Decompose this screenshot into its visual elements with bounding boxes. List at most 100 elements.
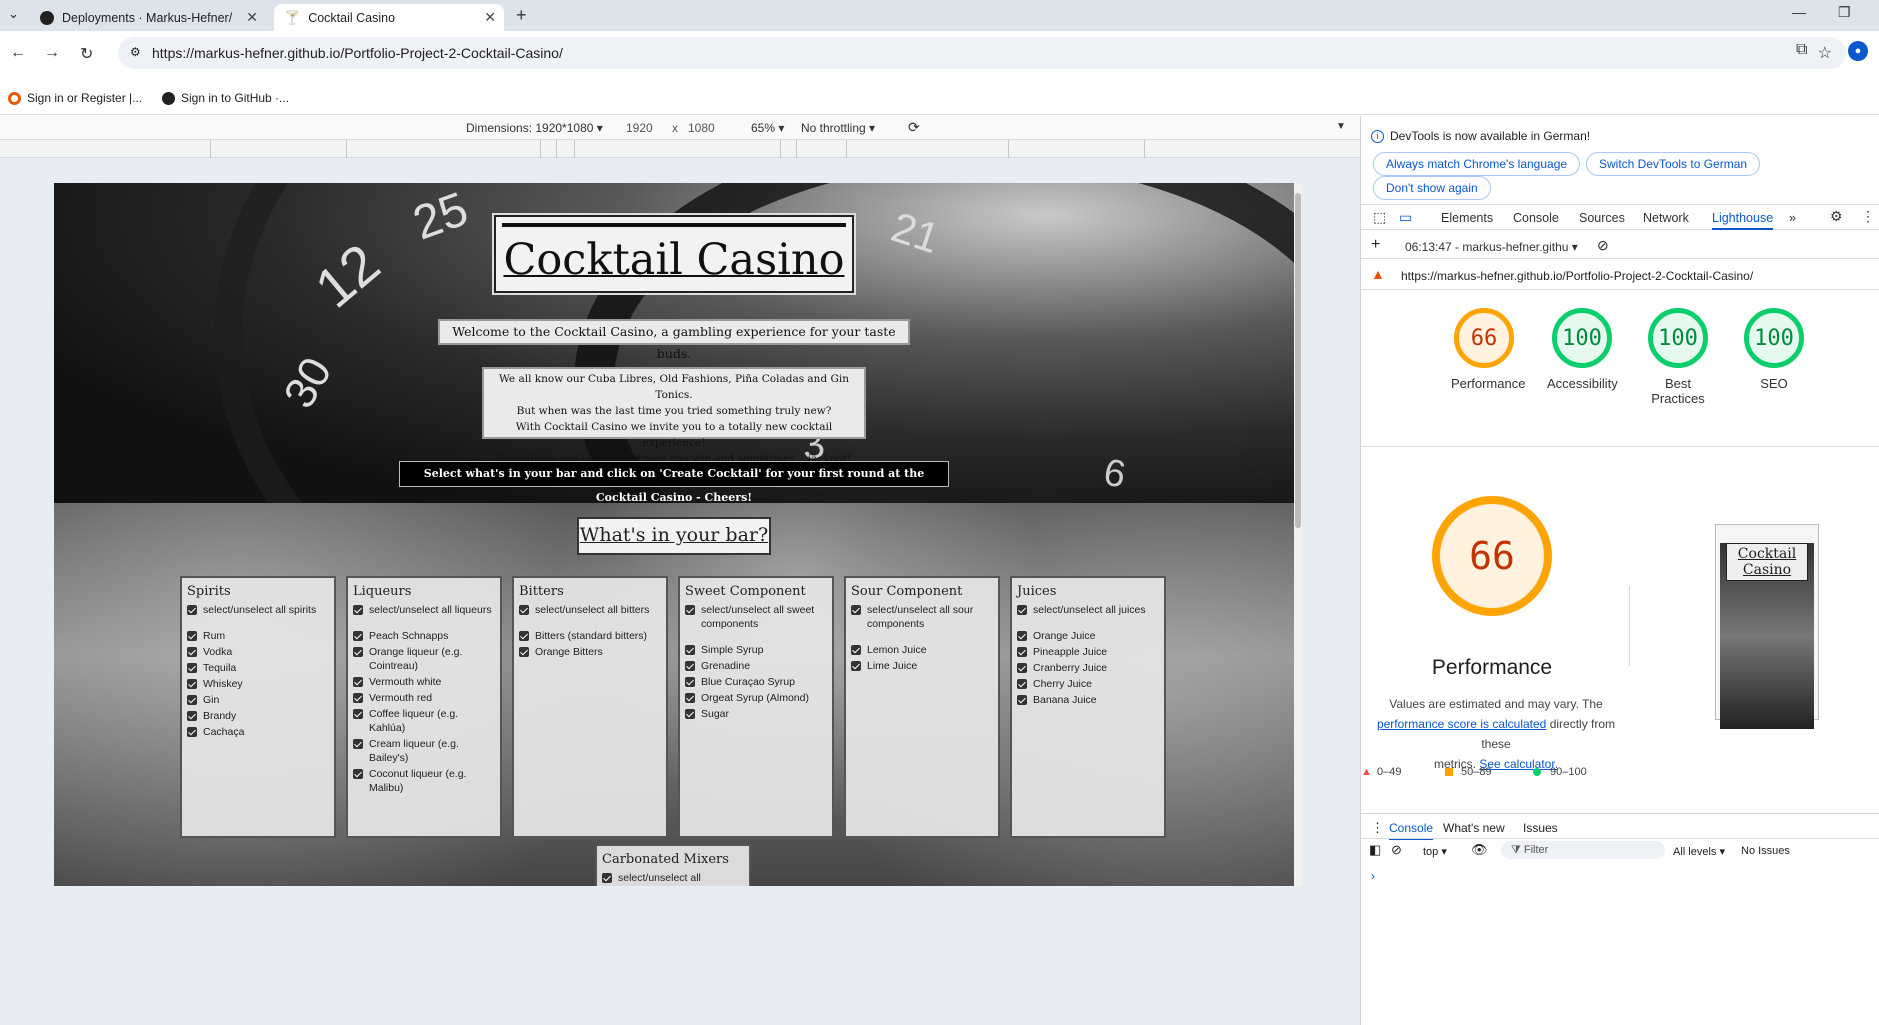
ingredient-checkbox[interactable]: Rum — [187, 629, 329, 643]
checkbox[interactable] — [685, 693, 695, 703]
ingredient-checkbox[interactable]: Vodka — [187, 645, 329, 659]
ingredient-checkbox[interactable]: Orange Bitters — [519, 645, 661, 659]
checkbox[interactable] — [353, 647, 363, 657]
checkbox[interactable] — [1017, 631, 1027, 641]
checkbox[interactable] — [685, 605, 695, 615]
sidebar-toggle-icon[interactable]: ◧ — [1369, 842, 1381, 858]
checkbox[interactable] — [1017, 605, 1027, 615]
console-prompt-icon[interactable]: › — [1371, 869, 1375, 883]
ingredient-checkbox[interactable]: Cachaça — [187, 725, 329, 739]
site-info-icon[interactable]: ⚙ — [130, 45, 141, 59]
ingredient-checkbox[interactable]: Brandy — [187, 709, 329, 723]
checkbox[interactable] — [187, 727, 197, 737]
report-select[interactable]: 06:13:47 - markus-hefner.githu ▾ — [1405, 240, 1578, 254]
tab-lighthouse[interactable]: Lighthouse — [1712, 211, 1774, 230]
checkbox[interactable] — [187, 605, 197, 615]
tab-sources[interactable]: Sources — [1579, 211, 1625, 225]
drawer-tab-whats-new[interactable]: What's new — [1443, 821, 1505, 835]
close-tab-icon[interactable]: ✕ — [484, 9, 496, 26]
bookmark-item[interactable]: Sign in or Register |... — [8, 91, 142, 105]
page-scrollbar[interactable] — [1294, 183, 1302, 886]
checkbox[interactable] — [187, 647, 197, 657]
ingredient-checkbox[interactable]: Gin — [187, 693, 329, 707]
console-filter-input[interactable]: ⧩ Filter — [1501, 841, 1665, 859]
rotate-icon[interactable]: ⟳ — [908, 119, 920, 136]
ingredient-checkbox[interactable]: Peach Schnapps — [353, 629, 495, 643]
more-options-icon[interactable]: ▼ — [1336, 121, 1346, 132]
extensions-icon[interactable]: ⧉ — [1796, 41, 1807, 59]
checkbox[interactable] — [353, 739, 363, 749]
issues-count[interactable]: No Issues — [1741, 845, 1790, 857]
forward-icon[interactable]: → — [44, 44, 60, 62]
checkbox[interactable] — [685, 709, 695, 719]
ingredient-checkbox[interactable]: Cream liqueur (e.g. Bailey's) — [353, 737, 495, 765]
checkbox[interactable] — [353, 605, 363, 615]
tab-search-chevron-icon[interactable]: ⌄ — [8, 6, 19, 22]
checkbox[interactable] — [353, 769, 363, 779]
checkbox[interactable] — [187, 695, 197, 705]
dont-show-again-button[interactable]: Don't show again — [1373, 176, 1491, 200]
profile-avatar-icon[interactable]: ● — [1848, 41, 1868, 61]
ingredient-checkbox[interactable]: Orange liqueur (e.g. Cointreau) — [353, 645, 495, 673]
score-performance[interactable]: 66 Performance — [1451, 308, 1525, 391]
ingredient-checkbox[interactable]: Cranberry Juice — [1017, 661, 1159, 675]
ingredient-checkbox[interactable]: Vermouth red — [353, 691, 495, 705]
switch-to-german-button[interactable]: Switch DevTools to German — [1586, 152, 1761, 176]
ingredient-checkbox[interactable]: Pineapple Juice — [1017, 645, 1159, 659]
checkbox[interactable] — [685, 661, 695, 671]
always-match-language-button[interactable]: Always match Chrome's language — [1373, 152, 1581, 176]
context-select[interactable]: top ▾ — [1423, 845, 1447, 858]
checkbox[interactable] — [851, 645, 861, 655]
new-report-icon[interactable]: + — [1371, 236, 1380, 254]
bookmark-star-icon[interactable]: ☆ — [1818, 43, 1832, 63]
score-calculated-link[interactable]: performance score is calculated — [1377, 717, 1546, 731]
live-expression-eye-icon[interactable]: 👁 — [1471, 842, 1488, 858]
checkbox[interactable] — [519, 605, 529, 615]
score-best-practices[interactable]: 100 Best Practices — [1645, 308, 1711, 406]
restore-icon[interactable]: ❐ — [1838, 4, 1851, 21]
select-all-checkbox[interactable]: select/unselect all juices — [1017, 603, 1159, 617]
ingredient-checkbox[interactable]: Orange Juice — [1017, 629, 1159, 643]
ingredient-checkbox[interactable]: Tequila — [187, 661, 329, 675]
checkbox[interactable] — [685, 677, 695, 687]
ingredient-checkbox[interactable]: Coconut liqueur (e.g. Malibu) — [353, 767, 495, 795]
ingredient-checkbox[interactable]: Sugar — [685, 707, 827, 721]
ingredient-checkbox[interactable]: Lime Juice — [851, 659, 993, 673]
tab-network[interactable]: Network — [1643, 211, 1689, 225]
ingredient-checkbox[interactable]: Orgeat Syrup (Almond) — [685, 691, 827, 705]
zoom-select[interactable]: 65% ▾ — [751, 121, 784, 135]
ingredient-checkbox[interactable]: Vermouth white — [353, 675, 495, 689]
close-tab-icon[interactable]: ✕ — [246, 9, 258, 26]
bookmark-item[interactable]: Sign in to GitHub ·... — [162, 91, 289, 105]
ingredient-checkbox[interactable]: Grenadine — [685, 659, 827, 673]
more-tabs-icon[interactable]: » — [1789, 211, 1796, 225]
ingredient-checkbox[interactable]: Simple Syrup — [685, 643, 827, 657]
back-icon[interactable]: ← — [10, 44, 26, 62]
select-all-checkbox[interactable]: select/unselect all bitters — [519, 603, 661, 617]
clear-reports-icon[interactable]: ⊘ — [1597, 237, 1609, 254]
checkbox[interactable] — [602, 873, 612, 883]
checkbox[interactable] — [1017, 695, 1027, 705]
drawer-menu-icon[interactable]: ⋮ — [1371, 820, 1384, 836]
scrollbar-thumb[interactable] — [1295, 193, 1301, 528]
checkbox[interactable] — [187, 679, 197, 689]
checkbox[interactable] — [685, 645, 695, 655]
checkbox[interactable] — [353, 709, 363, 719]
checkbox[interactable] — [1017, 647, 1027, 657]
checkbox[interactable] — [1017, 679, 1027, 689]
ingredient-checkbox[interactable]: Banana Juice — [1017, 693, 1159, 707]
tab-console[interactable]: Console — [1513, 211, 1559, 225]
checkbox[interactable] — [353, 677, 363, 687]
tab-deployments[interactable]: Deployments · Markus-Hefner/ ✕ — [30, 4, 266, 31]
reload-icon[interactable]: ↻ — [80, 44, 93, 64]
select-all-checkbox[interactable]: select/unselect all sweet components — [685, 603, 827, 631]
checkbox[interactable] — [187, 711, 197, 721]
checkbox[interactable] — [187, 631, 197, 641]
ingredient-checkbox[interactable]: Cherry Juice — [1017, 677, 1159, 691]
tab-cocktail-casino[interactable]: 🍸 Cocktail Casino ✕ — [274, 4, 504, 31]
ingredient-checkbox[interactable]: Coffee liqueur (e.g. Kahlúa) — [353, 707, 495, 735]
final-screenshot-thumbnail[interactable]: Cocktail Casino — [1715, 524, 1819, 729]
checkbox[interactable] — [851, 605, 861, 615]
tab-elements[interactable]: Elements — [1441, 211, 1493, 225]
select-all-checkbox[interactable]: select/unselect all — [602, 871, 744, 885]
